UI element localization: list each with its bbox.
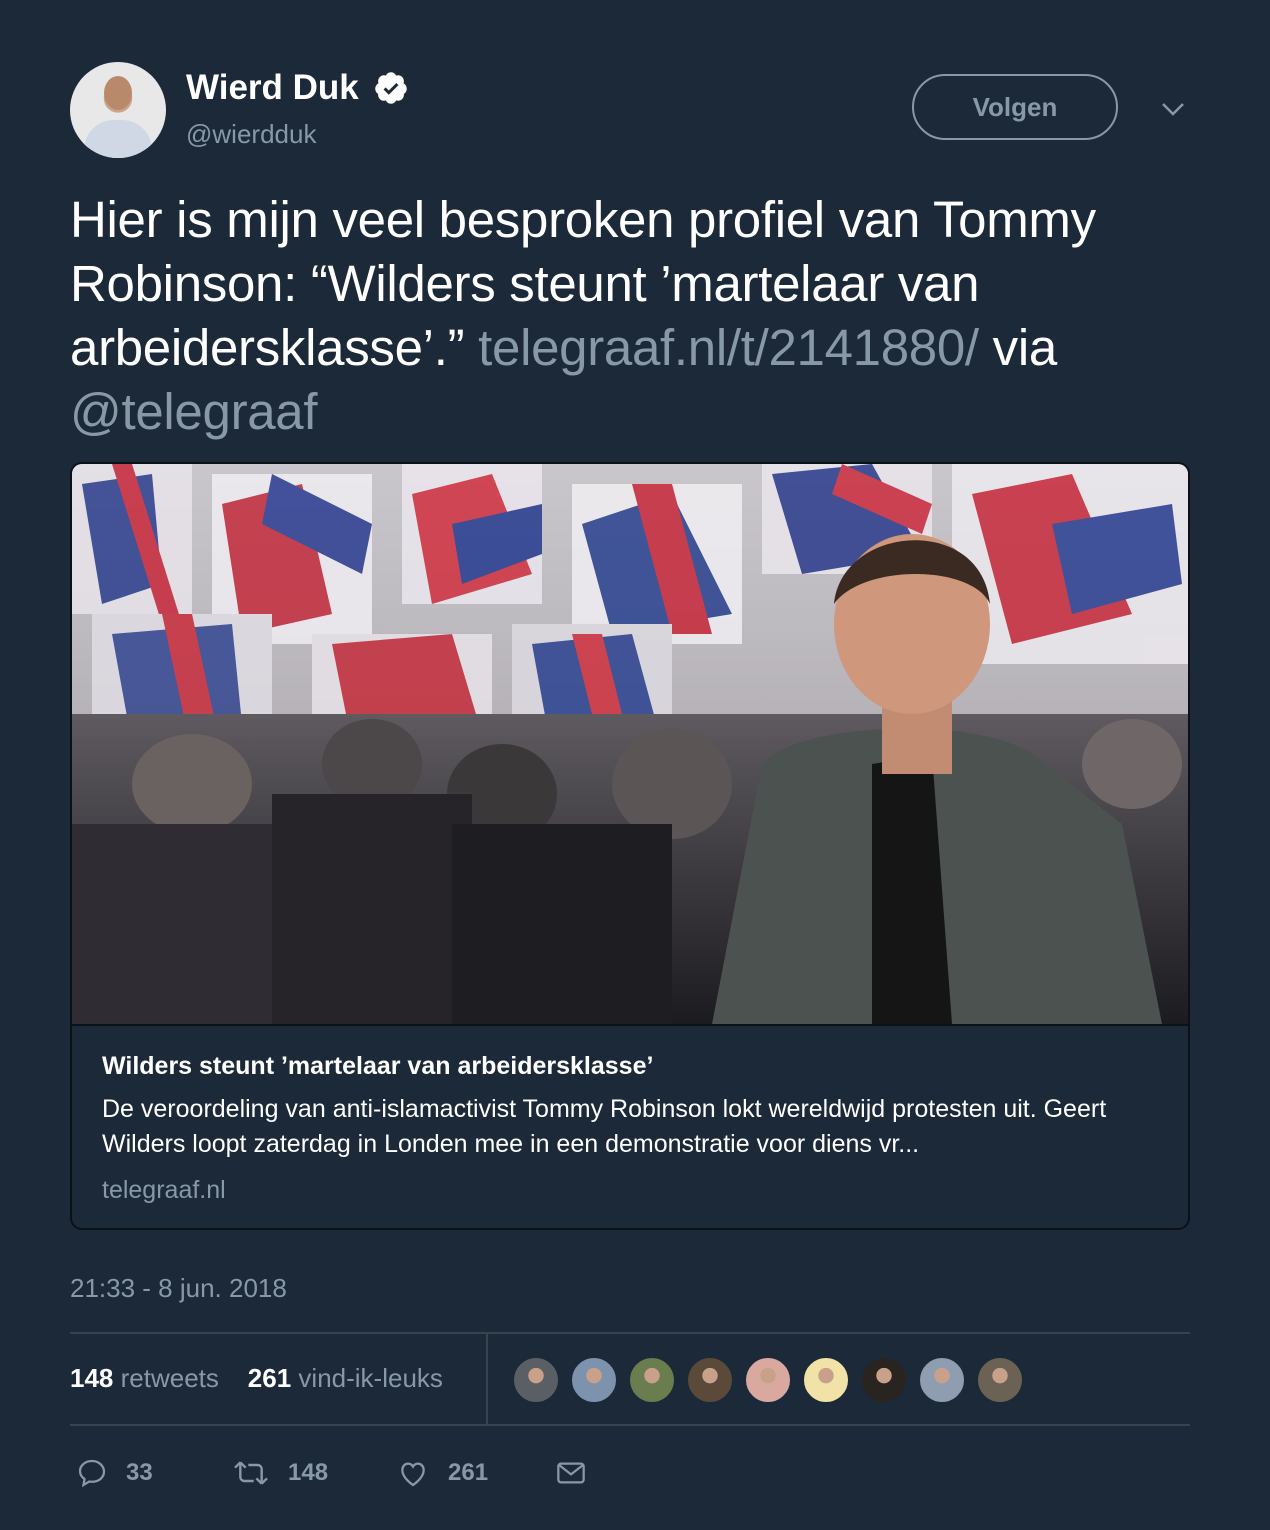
likes-count: 261 [247,1363,292,1393]
liker-avatar[interactable] [512,1356,560,1404]
liker-avatar[interactable] [570,1356,618,1404]
stats-divider [486,1334,488,1426]
tweet-via: via [978,319,1058,376]
verified-badge-icon [375,72,407,104]
heart-icon [401,1462,425,1487]
liker-avatars [512,1356,1034,1404]
retweets-label: retweets [120,1363,219,1393]
liker-avatar[interactable] [860,1356,908,1404]
liker-avatar[interactable] [802,1356,850,1404]
divider [70,1332,1190,1334]
envelope-icon [557,1462,585,1484]
retweet-icon [234,1461,268,1485]
retweets-stat[interactable]: 148 retweets [70,1363,219,1393]
chevron-down-icon[interactable] [1158,94,1188,124]
like-button[interactable]: 261 [396,1456,488,1490]
reply-button[interactable]: 33 [76,1456,153,1490]
tweet-link[interactable]: telegraaf.nl/t/2141880/ [478,319,979,376]
tweet-timestamp[interactable]: 21:33 - 8 jun. 2018 [70,1272,287,1304]
likes-label: vind-ik-leuks [298,1363,443,1393]
reply-count: 33 [126,1459,153,1486]
divider [70,1424,1190,1426]
card-image [72,464,1188,1024]
liker-avatar[interactable] [918,1356,966,1404]
retweet-count: 148 [288,1459,329,1486]
tweet-mention[interactable]: @telegraaf [70,383,318,440]
author-avatar[interactable] [70,62,166,158]
liker-avatar[interactable] [686,1356,734,1404]
liker-avatar[interactable] [976,1356,1024,1404]
direct-message-button[interactable] [554,1456,606,1490]
card-description: De veroordeling van anti-islamactivist T… [102,1095,1107,1158]
author-name[interactable]: Wierd Duk [186,68,359,108]
reply-icon [78,1459,106,1488]
liker-avatar[interactable] [744,1356,792,1404]
engagement-stats: 148 retweets 261 vind-ik-leuks [70,1362,443,1394]
card-title: Wilders steunt ’martelaar van arbeidersk… [102,1052,654,1080]
author-handle[interactable]: @wierdduk [186,118,316,150]
likes-stat[interactable]: 261 vind-ik-leuks [248,1363,443,1393]
liker-avatar[interactable] [628,1356,676,1404]
link-card[interactable]: Wilders steunt ’martelaar van arbeidersk… [70,462,1190,1230]
retweet-button[interactable]: 148 [232,1456,328,1490]
retweets-count: 148 [70,1363,114,1393]
like-count: 261 [448,1459,489,1486]
follow-button[interactable]: Volgen [912,74,1118,140]
tweet-text: Hier is mijn veel besproken profiel van … [70,188,1220,444]
card-domain: telegraaf.nl [102,1176,226,1204]
